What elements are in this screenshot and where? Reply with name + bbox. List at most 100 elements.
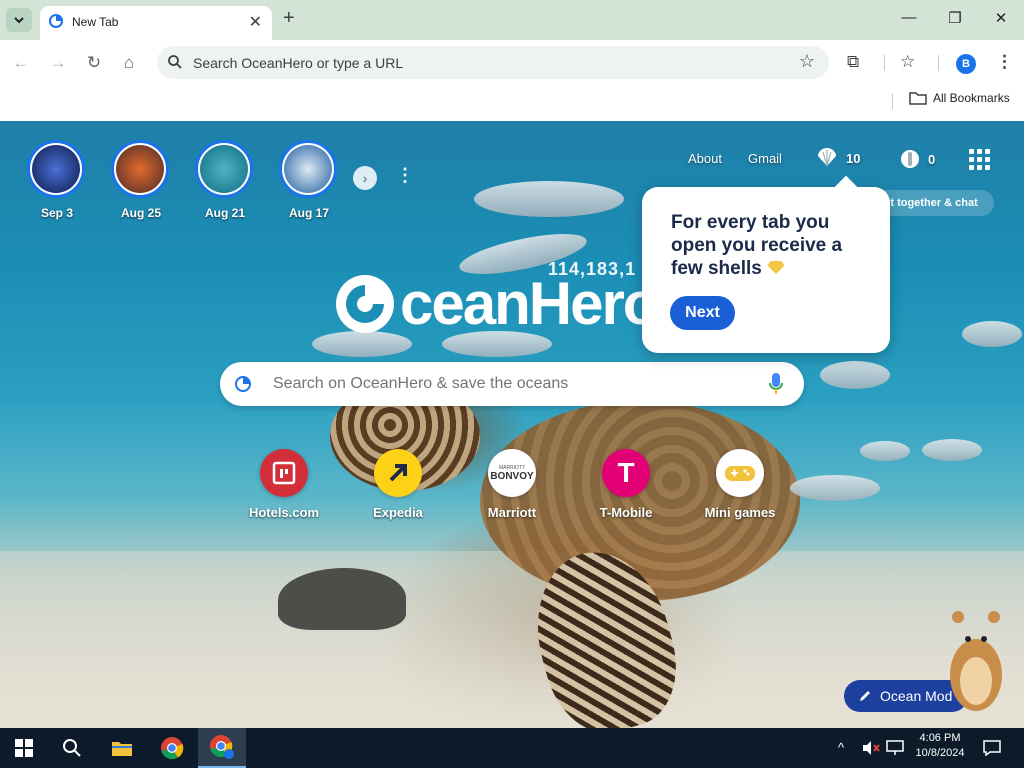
shell-emoji-icon <box>768 260 785 274</box>
gmail-link[interactable]: Gmail <box>748 151 782 166</box>
story-thumbnail <box>27 140 85 198</box>
bookmark-star-icon[interactable]: ☆ <box>799 51 815 72</box>
oceanhero-logo-icon <box>336 274 394 333</box>
bookmarks-list-icon[interactable]: ☆ <box>900 52 915 72</box>
all-bookmarks-button[interactable]: All Bookmarks <box>909 91 1010 105</box>
volume-muted-icon[interactable] <box>862 740 880 756</box>
profile-avatar[interactable]: B <box>956 54 976 74</box>
shortcut-hotels[interactable]: Hotels.com <box>234 449 334 520</box>
microphone-icon[interactable] <box>768 372 784 396</box>
tooltip-arrow <box>834 175 858 199</box>
taskbar-chrome[interactable] <box>148 728 196 768</box>
reload-icon[interactable]: ↻ <box>83 52 105 74</box>
tab-strip: New Tab ✕ + — ❐ ✕ <box>0 0 1024 40</box>
oceanhero-logo: ceanHero <box>334 269 659 338</box>
tab-search-button[interactable] <box>6 8 32 32</box>
folder-icon <box>112 742 132 756</box>
bottles-counter[interactable]: 0 <box>900 148 935 170</box>
address-bar-placeholder: Search OceanHero or type a URL <box>193 55 404 71</box>
taskbar-clock[interactable]: 4:06 PM 10/8/2024 <box>908 732 972 759</box>
shells-counter[interactable]: 10 <box>816 148 860 168</box>
apps-grid-icon[interactable] <box>969 149 990 170</box>
tray-chevron-icon[interactable]: ^ <box>838 740 844 755</box>
marriott-logo-icon: MARRIOTT BONVOY <box>488 449 536 497</box>
hamster-mascot-icon[interactable] <box>944 605 1008 715</box>
minimize-icon[interactable]: — <box>886 9 932 26</box>
story-thumbnail <box>111 140 169 198</box>
story-item[interactable]: Sep 3 <box>27 140 87 220</box>
tooltip-text: For every tab you open you receive a few… <box>671 211 871 280</box>
folder-icon <box>909 92 927 105</box>
shortcut-tmobile[interactable]: T T-Mobile <box>576 449 676 520</box>
about-link[interactable]: About <box>688 151 722 166</box>
close-window-icon[interactable]: ✕ <box>978 9 1024 27</box>
notifications-icon[interactable] <box>983 740 1001 756</box>
background-rock <box>278 568 406 630</box>
close-tab-icon[interactable]: ✕ <box>249 12 262 32</box>
story-date: Aug 17 <box>288 206 329 220</box>
shortcut-marriott[interactable]: MARRIOTT BONVOY Marriott <box>462 449 562 520</box>
expedia-logo-icon <box>374 449 422 497</box>
extensions-icon[interactable]: ⧉ <box>847 52 859 72</box>
tooltip-next-button[interactable]: Next <box>670 296 735 330</box>
bottle-icon <box>901 150 919 168</box>
story-date: Aug 25 <box>120 206 161 220</box>
oceanhero-logo-text: ceanHero <box>400 270 659 337</box>
bottles-count: 0 <box>928 151 936 167</box>
story-item[interactable]: Aug 17 <box>279 140 339 220</box>
main-search-box[interactable]: Search on OceanHero & save the oceans <box>220 362 804 406</box>
shells-count: 10 <box>846 150 861 166</box>
shell-icon <box>818 148 836 167</box>
shortcut-expedia[interactable]: Expedia <box>348 449 448 520</box>
back-icon[interactable]: ← <box>10 52 32 74</box>
marriott-logo-text: BONVOY <box>490 470 534 482</box>
toolbar-divider <box>884 55 885 71</box>
start-button[interactable] <box>0 728 48 768</box>
tab-new-tab[interactable]: New Tab ✕ <box>40 6 272 40</box>
taskbar-search-button[interactable] <box>48 728 96 768</box>
stories-next-button[interactable]: › <box>353 166 377 190</box>
address-bar[interactable]: Search OceanHero or type a URL ☆ <box>157 46 829 79</box>
story-date: Aug 21 <box>204 206 245 220</box>
bookmarks-bar: All Bookmarks <box>0 85 1024 121</box>
windows-taskbar: ^ 4:06 PM 10/8/2024 <box>0 728 1024 768</box>
shortcut-mini-games[interactable]: Mini games <box>690 449 790 520</box>
home-icon[interactable]: ⌂ <box>118 52 140 74</box>
all-bookmarks-label: All Bookmarks <box>933 91 1010 105</box>
new-tab-page: Sep 3 Aug 25 Aug 21 Aug 17 › ⋮ About Gma… <box>0 121 1024 728</box>
background-fish <box>860 441 910 461</box>
stories-more-icon[interactable]: ⋮ <box>396 165 414 186</box>
toolbar: ← → ↻ ⌂ Search OceanHero or type a URL ☆… <box>0 40 1024 85</box>
taskbar-file-explorer[interactable] <box>98 728 146 768</box>
network-icon[interactable] <box>886 740 904 756</box>
menu-kebab-icon[interactable]: ⋮ <box>996 52 1013 72</box>
background-fish <box>474 181 624 217</box>
background-fish <box>820 361 890 389</box>
taskbar-chrome-profile-active[interactable] <box>198 728 246 768</box>
background-fish <box>962 321 1022 347</box>
restore-icon[interactable]: ❐ <box>932 9 978 27</box>
clock-date: 10/8/2024 <box>915 747 965 759</box>
windows-logo-icon <box>15 739 33 757</box>
toolbar-divider <box>938 55 939 71</box>
story-item[interactable]: Aug 25 <box>111 140 171 220</box>
new-tab-icon[interactable]: + <box>283 7 295 30</box>
oceanhero-search-icon <box>235 376 251 392</box>
shortcut-label: Mini games <box>704 505 776 520</box>
search-placeholder: Search on OceanHero & save the oceans <box>273 375 569 392</box>
forward-icon[interactable]: → <box>47 52 69 74</box>
story-item[interactable]: Aug 21 <box>195 140 255 220</box>
tmobile-logo-text: T <box>617 457 635 488</box>
onboarding-tooltip: For every tab you open you receive a few… <box>642 175 890 353</box>
chrome-profile-icon <box>210 735 234 759</box>
shortcut-label: Expedia <box>373 505 423 520</box>
chevron-down-icon <box>14 17 24 24</box>
bookmarks-divider <box>892 93 893 109</box>
clock-time: 4:06 PM <box>919 732 961 744</box>
search-icon <box>168 55 182 69</box>
tooltip-message: For every tab you open you receive a few… <box>671 212 843 279</box>
story-thumbnail <box>279 140 337 198</box>
shortcut-label: Marriott <box>487 505 537 520</box>
story-thumbnail <box>195 140 253 198</box>
shortcut-label: T-Mobile <box>599 505 653 520</box>
